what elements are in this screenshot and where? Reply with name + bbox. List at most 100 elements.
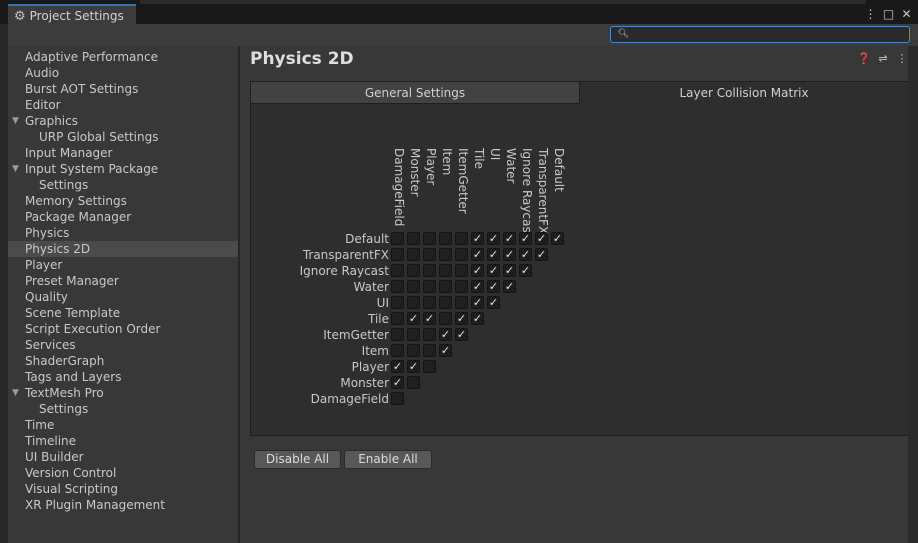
sidebar-item[interactable]: Burst AOT Settings <box>8 81 238 97</box>
preset-icon[interactable]: ⇌ <box>877 52 889 65</box>
sidebar-item[interactable]: Time <box>8 417 238 433</box>
collision-toggle[interactable] <box>423 328 436 341</box>
collision-toggle[interactable]: ✓ <box>519 232 532 245</box>
collision-toggle[interactable] <box>407 280 420 293</box>
maximize-icon[interactable]: □ <box>881 7 896 22</box>
sidebar-item[interactable]: ShaderGraph <box>8 353 238 369</box>
sidebar-item[interactable]: Physics <box>8 225 238 241</box>
collision-toggle[interactable]: ✓ <box>503 264 516 277</box>
collision-toggle[interactable]: ✓ <box>519 264 532 277</box>
collision-toggle[interactable] <box>423 296 436 309</box>
sidebar-item[interactable]: UI Builder <box>8 449 238 465</box>
collision-toggle[interactable] <box>455 232 468 245</box>
sidebar-item[interactable]: Memory Settings <box>8 193 238 209</box>
sidebar-item[interactable]: Audio <box>8 65 238 81</box>
collision-toggle[interactable] <box>407 328 420 341</box>
collision-toggle[interactable] <box>455 248 468 261</box>
collision-toggle[interactable]: ✓ <box>407 312 420 325</box>
collision-toggle[interactable] <box>423 232 436 245</box>
collision-toggle[interactable] <box>391 328 404 341</box>
sidebar-item[interactable]: Editor <box>8 97 238 113</box>
sidebar-item[interactable]: Scene Template <box>8 305 238 321</box>
collision-toggle[interactable] <box>407 344 420 357</box>
collision-toggle[interactable]: ✓ <box>391 376 404 389</box>
collision-toggle[interactable] <box>391 296 404 309</box>
collision-toggle[interactable]: ✓ <box>535 232 548 245</box>
collision-toggle[interactable]: ✓ <box>535 248 548 261</box>
sidebar-item[interactable]: Adaptive Performance <box>8 49 238 65</box>
collision-toggle[interactable]: ✓ <box>487 264 500 277</box>
collision-toggle[interactable]: ✓ <box>487 296 500 309</box>
collision-toggle[interactable] <box>455 280 468 293</box>
sidebar-item[interactable]: Settings <box>8 401 238 417</box>
foldout-arrow-icon[interactable]: ▼ <box>12 161 19 177</box>
sidebar-item[interactable]: ▼ TextMesh Pro <box>8 385 238 401</box>
collision-toggle[interactable]: ✓ <box>439 328 452 341</box>
close-icon[interactable]: ✕ <box>899 7 914 22</box>
collision-toggle[interactable] <box>439 264 452 277</box>
collision-toggle[interactable] <box>455 296 468 309</box>
sidebar-item[interactable]: Script Execution Order <box>8 321 238 337</box>
collision-toggle[interactable]: ✓ <box>455 312 468 325</box>
collision-toggle[interactable] <box>455 264 468 277</box>
collision-toggle[interactable]: ✓ <box>551 232 564 245</box>
collision-toggle[interactable]: ✓ <box>423 312 436 325</box>
foldout-arrow-icon[interactable]: ▼ <box>12 385 19 401</box>
sidebar-item[interactable]: Settings <box>8 177 238 193</box>
collision-toggle[interactable] <box>391 344 404 357</box>
collision-toggle[interactable] <box>439 232 452 245</box>
collision-toggle[interactable] <box>423 344 436 357</box>
collision-toggle[interactable]: ✓ <box>471 264 484 277</box>
collision-toggle[interactable] <box>423 264 436 277</box>
search-input[interactable] <box>610 26 910 43</box>
collision-toggle[interactable]: ✓ <box>487 248 500 261</box>
collision-toggle[interactable]: ✓ <box>439 344 452 357</box>
collision-toggle[interactable]: ✓ <box>503 280 516 293</box>
collision-toggle[interactable]: ✓ <box>455 328 468 341</box>
collision-toggle[interactable] <box>407 264 420 277</box>
sidebar-item[interactable]: Timeline <box>8 433 238 449</box>
collision-toggle[interactable]: ✓ <box>487 232 500 245</box>
sidebar-item[interactable]: Physics 2D <box>8 241 238 257</box>
more-icon[interactable]: ⋮ <box>863 7 878 22</box>
collision-toggle[interactable] <box>391 280 404 293</box>
tab-project-settings[interactable]: ⚙ Project Settings <box>8 4 136 26</box>
collision-toggle[interactable] <box>439 312 452 325</box>
disable-all-button[interactable]: Disable All <box>254 450 341 469</box>
sidebar-item[interactable]: Quality <box>8 289 238 305</box>
collision-toggle[interactable]: ✓ <box>471 296 484 309</box>
sidebar-item[interactable]: ▼ Input System Package <box>8 161 238 177</box>
sidebar-item[interactable]: Services <box>8 337 238 353</box>
collision-toggle[interactable] <box>407 248 420 261</box>
sidebar-item[interactable]: Preset Manager <box>8 273 238 289</box>
collision-toggle[interactable]: ✓ <box>471 312 484 325</box>
collision-toggle[interactable]: ✓ <box>471 280 484 293</box>
sidebar-item[interactable]: URP Global Settings <box>8 129 238 145</box>
sidebar-item[interactable]: Player <box>8 257 238 273</box>
collision-toggle[interactable]: ✓ <box>487 280 500 293</box>
collision-toggle[interactable] <box>391 232 404 245</box>
collision-toggle[interactable] <box>423 360 436 373</box>
enable-all-button[interactable]: Enable All <box>344 450 432 469</box>
collision-toggle[interactable]: ✓ <box>519 248 532 261</box>
collision-toggle[interactable] <box>391 264 404 277</box>
collision-toggle[interactable] <box>391 248 404 261</box>
collision-toggle[interactable] <box>407 232 420 245</box>
collision-toggle[interactable]: ✓ <box>503 232 516 245</box>
sidebar-item[interactable]: Version Control <box>8 465 238 481</box>
collision-toggle[interactable] <box>423 280 436 293</box>
collision-toggle[interactable]: ✓ <box>471 248 484 261</box>
collision-toggle[interactable]: ✓ <box>407 360 420 373</box>
sidebar-item[interactable]: XR Plugin Management <box>8 497 238 513</box>
collision-toggle[interactable] <box>407 376 420 389</box>
foldout-arrow-icon[interactable]: ▼ <box>12 113 19 129</box>
sidebar-item[interactable]: Tags and Layers <box>8 369 238 385</box>
sidebar-item[interactable]: Input Manager <box>8 145 238 161</box>
collision-toggle[interactable] <box>439 280 452 293</box>
collision-toggle[interactable] <box>407 296 420 309</box>
collision-toggle[interactable] <box>391 312 404 325</box>
more-icon[interactable]: ⋮ <box>896 52 908 65</box>
collision-toggle[interactable]: ✓ <box>503 248 516 261</box>
collision-toggle[interactable] <box>439 248 452 261</box>
collision-toggle[interactable]: ✓ <box>391 360 404 373</box>
